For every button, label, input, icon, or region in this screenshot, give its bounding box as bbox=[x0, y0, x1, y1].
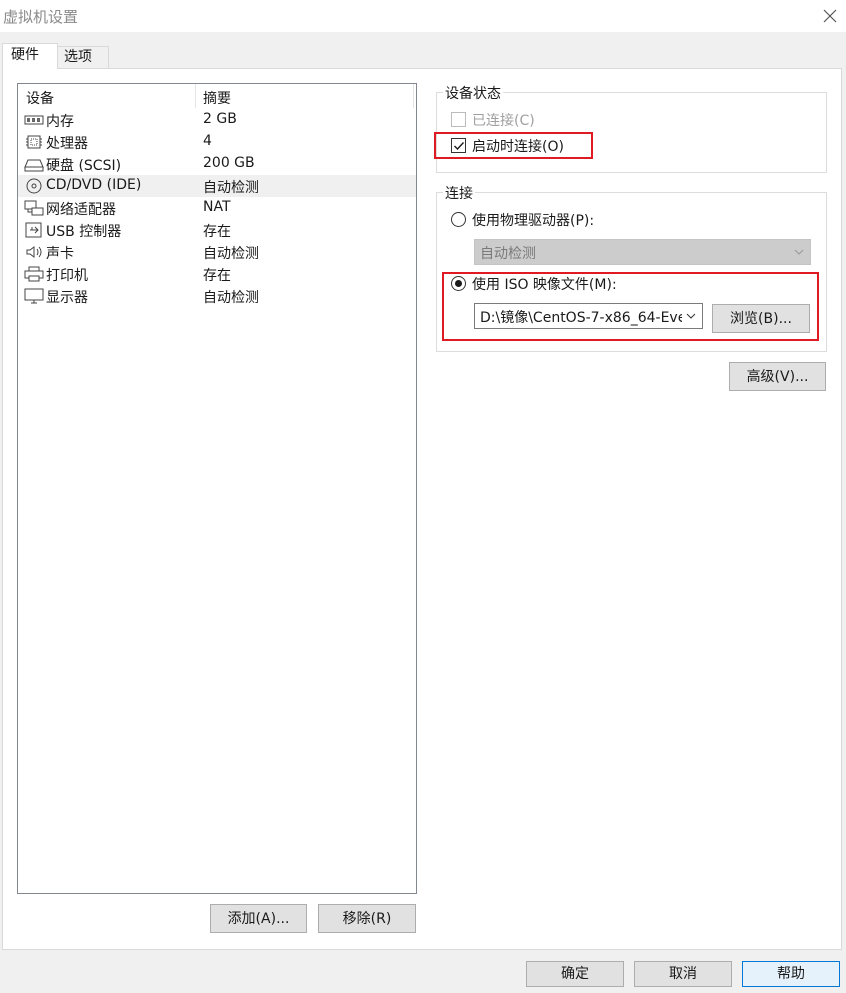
device-row-printer[interactable]: 打印机 存在 bbox=[18, 263, 416, 285]
usb-icon bbox=[25, 222, 42, 238]
list-header: 设备 摘要 bbox=[18, 84, 416, 110]
device-status-group bbox=[436, 92, 827, 173]
checkmark-icon bbox=[454, 142, 465, 151]
device-summary: 200 GB bbox=[203, 155, 255, 171]
close-icon bbox=[823, 9, 837, 23]
device-row-sound-card[interactable]: 声卡 自动检测 bbox=[18, 241, 416, 263]
help-button[interactable]: 帮助 bbox=[742, 961, 840, 987]
device-name: 声卡 bbox=[46, 246, 74, 262]
device-summary: 自动检测 bbox=[203, 246, 259, 262]
column-header-device[interactable]: 设备 bbox=[26, 88, 54, 108]
device-summary: 自动检测 bbox=[203, 290, 259, 306]
chevron-down-icon bbox=[686, 313, 696, 319]
device-name: 打印机 bbox=[46, 268, 88, 284]
cancel-button[interactable]: 取消 bbox=[634, 961, 732, 987]
device-name: USB 控制器 bbox=[46, 224, 122, 240]
iso-path-combobox[interactable]: D:\镜像\CentOS-7-x86_64-Everything bbox=[474, 303, 703, 329]
physical-drive-value: 自动检测 bbox=[480, 246, 536, 262]
device-summary: 自动检测 bbox=[203, 180, 259, 196]
advanced-button[interactable]: 高级(V)... bbox=[729, 362, 826, 391]
device-name: CD/DVD (IDE) bbox=[46, 177, 142, 193]
device-name: 硬盘 (SCSI) bbox=[46, 158, 122, 174]
hard-disk-icon bbox=[24, 159, 44, 172]
physical-drive-label[interactable]: 使用物理驱动器(P): bbox=[472, 210, 594, 230]
connect-at-boot-label[interactable]: 启动时连接(O) bbox=[472, 136, 564, 156]
device-summary: 存在 bbox=[203, 268, 231, 284]
iso-image-radio[interactable] bbox=[451, 276, 466, 291]
device-summary: 2 GB bbox=[203, 111, 237, 127]
device-name: 显示器 bbox=[46, 290, 88, 306]
device-name: 内存 bbox=[46, 114, 74, 130]
network-adapter-icon bbox=[24, 200, 44, 216]
device-summary: NAT bbox=[203, 199, 231, 215]
chevron-down-icon bbox=[794, 249, 804, 255]
connection-label: 连接 bbox=[443, 183, 475, 203]
column-separator[interactable] bbox=[195, 84, 196, 108]
device-row-memory[interactable]: 内存 2 GB bbox=[18, 109, 416, 131]
connect-at-boot-checkbox[interactable] bbox=[451, 138, 466, 153]
device-row-display[interactable]: 显示器 自动检测 bbox=[18, 285, 416, 307]
device-row-processor[interactable]: 处理器 4 bbox=[18, 131, 416, 153]
device-status-label: 设备状态 bbox=[443, 83, 503, 103]
memory-icon bbox=[24, 115, 44, 125]
device-row-network-adapter[interactable]: 网络适配器 NAT bbox=[18, 197, 416, 219]
device-summary: 存在 bbox=[203, 224, 231, 240]
tab-hardware[interactable]: 硬件 bbox=[2, 43, 58, 69]
close-button[interactable] bbox=[814, 0, 846, 32]
connected-checkbox[interactable] bbox=[451, 112, 466, 127]
device-summary: 4 bbox=[203, 133, 212, 149]
connected-label: 已连接(C) bbox=[472, 113, 535, 129]
device-row-usb[interactable]: USB 控制器 存在 bbox=[18, 219, 416, 241]
physical-drive-select[interactable]: 自动检测 bbox=[474, 239, 811, 265]
ok-button[interactable]: 确定 bbox=[526, 961, 624, 987]
add-device-button[interactable]: 添加(A)... bbox=[210, 904, 307, 933]
cd-dvd-icon bbox=[26, 178, 42, 194]
sound-card-icon bbox=[26, 246, 42, 258]
iso-path-value: D:\镜像\CentOS-7-x86_64-Everything bbox=[480, 310, 682, 326]
window-title: 虚拟机设置 bbox=[3, 8, 79, 26]
printer-icon bbox=[24, 266, 44, 282]
iso-image-label[interactable]: 使用 ISO 映像文件(M): bbox=[472, 274, 617, 294]
column-separator bbox=[413, 84, 414, 108]
processor-icon bbox=[26, 135, 42, 149]
device-row-cd-dvd[interactable]: CD/DVD (IDE) 自动检测 bbox=[18, 175, 416, 197]
device-row-hard-disk[interactable]: 硬盘 (SCSI) 200 GB bbox=[18, 153, 416, 175]
physical-drive-radio[interactable] bbox=[451, 212, 466, 227]
display-icon bbox=[24, 288, 44, 304]
tab-options[interactable]: 选项 bbox=[57, 46, 109, 69]
title-bar: 虚拟机设置 bbox=[0, 0, 846, 32]
column-header-summary[interactable]: 摘要 bbox=[203, 88, 231, 108]
device-name: 处理器 bbox=[46, 136, 88, 152]
device-name: 网络适配器 bbox=[46, 202, 116, 218]
device-list[interactable]: 设备 摘要 内存 2 GB 处理器 4 硬盘 (SCSI) 200 GB CD/… bbox=[17, 83, 417, 894]
browse-button[interactable]: 浏览(B)... bbox=[712, 304, 810, 333]
remove-device-button[interactable]: 移除(R) bbox=[318, 904, 416, 933]
